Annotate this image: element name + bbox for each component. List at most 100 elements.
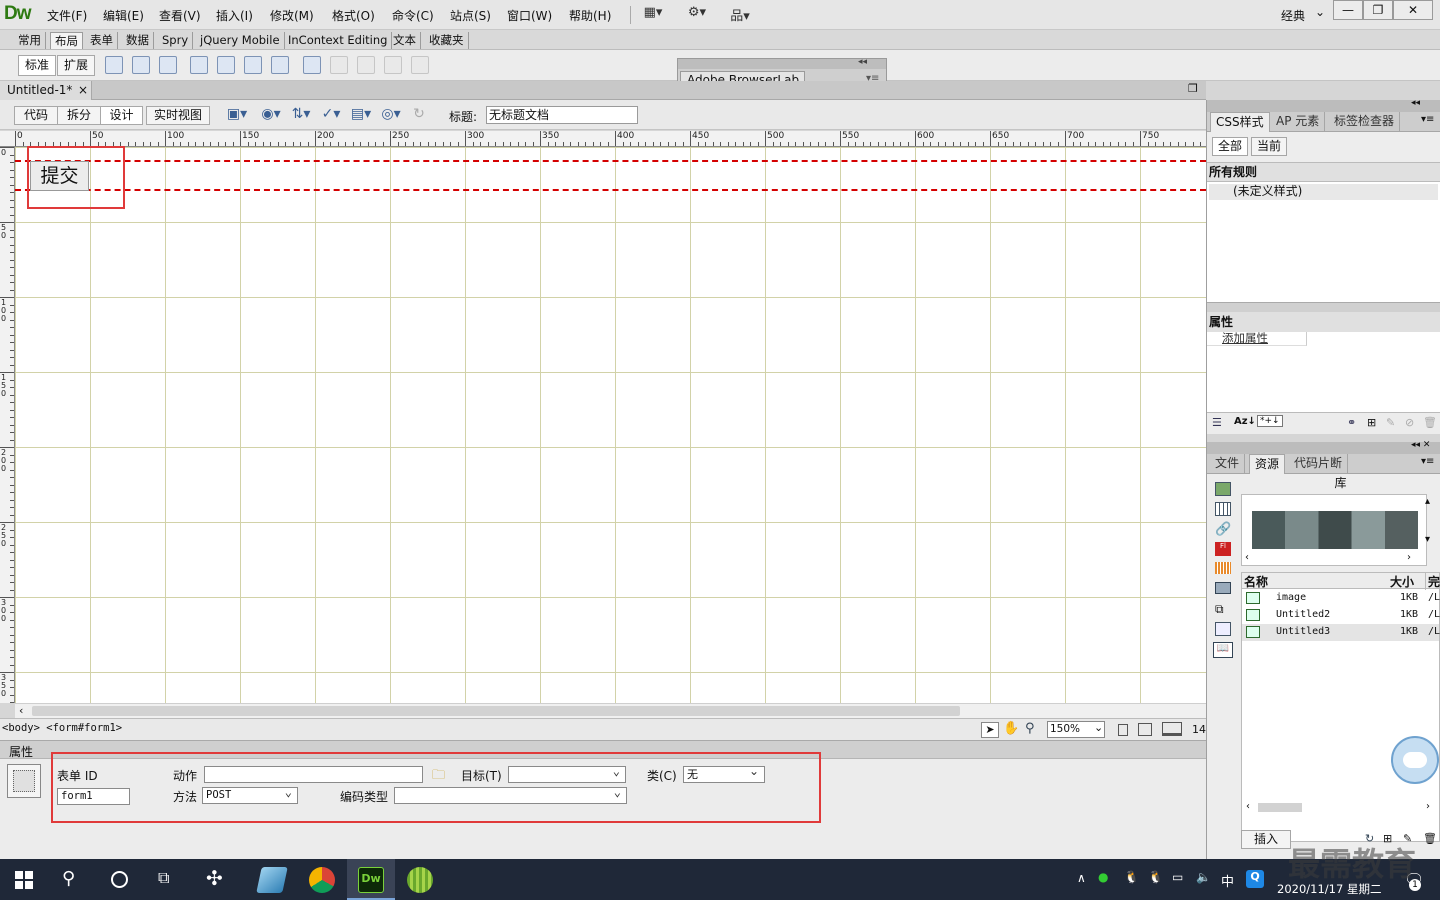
panel-grip[interactable]: ◂◂ bbox=[1207, 98, 1440, 112]
colors-icon[interactable] bbox=[1215, 502, 1231, 516]
ime-indicator[interactable]: 中 bbox=[1221, 871, 1234, 890]
flash-icon[interactable]: Fl bbox=[1215, 542, 1231, 556]
scripts-icon[interactable]: ⧉ bbox=[1215, 602, 1224, 617]
document-tab[interactable]: Untitled-1* × bbox=[0, 81, 92, 100]
horizontal-scrollbar[interactable]: ‹ bbox=[15, 703, 1206, 718]
qq-icon[interactable]: 🐧 bbox=[1148, 870, 1163, 884]
tab-spry[interactable]: Spry bbox=[158, 32, 194, 49]
preview-browser-icon[interactable]: ◉▾ bbox=[260, 106, 282, 124]
search-icon[interactable]: ⚲ bbox=[62, 868, 75, 889]
restore-button[interactable]: ❐ bbox=[1363, 0, 1393, 20]
chevron-down-icon[interactable]: ⌄ bbox=[1094, 721, 1103, 734]
table-row[interactable]: Untitled3 1KB /L bbox=[1242, 624, 1440, 641]
chrome-icon[interactable] bbox=[309, 867, 335, 893]
spry-tabbed-icon[interactable] bbox=[217, 56, 235, 74]
insert-div-icon[interactable] bbox=[105, 56, 123, 74]
alpha-view-icon[interactable]: Az↓ bbox=[1234, 416, 1256, 427]
library-icon[interactable]: 📖 bbox=[1213, 642, 1233, 658]
tab-ap-elements[interactable]: AP 元素 bbox=[1271, 112, 1326, 132]
collapse-icon[interactable]: ◂◂ bbox=[1411, 98, 1420, 108]
design-view-button[interactable]: 设计 bbox=[100, 106, 143, 125]
network-icon[interactable]: ▭ bbox=[1172, 870, 1183, 884]
tab-assets[interactable]: 资源 bbox=[1249, 454, 1286, 474]
volume-icon[interactable]: 🔈 bbox=[1196, 870, 1211, 884]
live-view-button[interactable]: 实时视图 bbox=[146, 106, 210, 125]
table-row[interactable]: image 1KB /L bbox=[1242, 590, 1440, 607]
table-row[interactable]: Untitled2 1KB /L bbox=[1242, 607, 1440, 624]
windows-start-icon[interactable] bbox=[15, 871, 33, 889]
new-rule-icon[interactable]: ⊞ bbox=[1367, 416, 1376, 429]
category-view-icon[interactable]: ☰ bbox=[1212, 416, 1222, 429]
expanded-mode-button[interactable]: 扩展 bbox=[57, 55, 95, 76]
menu-edit[interactable]: 编辑(E) bbox=[103, 7, 144, 24]
edit-rule-icon[interactable]: ✎ bbox=[1386, 416, 1395, 429]
menu-help[interactable]: 帮助(H) bbox=[569, 7, 611, 24]
cortana-icon[interactable] bbox=[111, 871, 128, 888]
menu-format[interactable]: 格式(O) bbox=[332, 7, 375, 24]
tab-incontext-editing[interactable]: InContext Editing bbox=[284, 32, 393, 49]
col-path[interactable]: 完 bbox=[1425, 573, 1440, 590]
tab-files[interactable]: 文件 bbox=[1210, 454, 1246, 474]
visual-aids-icon[interactable]: ◎▾ bbox=[380, 106, 402, 124]
disable-rule-icon[interactable]: ⊘ bbox=[1405, 416, 1414, 429]
show-hidden-icons[interactable]: ∧ bbox=[1077, 871, 1086, 885]
tab-jquery-mobile[interactable]: jQuery Mobile bbox=[196, 32, 285, 49]
watermelon-app-icon[interactable] bbox=[407, 867, 433, 893]
templates-icon[interactable] bbox=[1215, 622, 1231, 636]
scroll-left-icon[interactable]: ‹ bbox=[1245, 552, 1249, 563]
tab-text[interactable]: 文本 bbox=[389, 32, 421, 49]
menu-file[interactable]: 文件(F) bbox=[47, 7, 87, 24]
qq-icon[interactable]: 🐧 bbox=[1124, 870, 1139, 884]
panel-menu-icon[interactable]: ▾≡ bbox=[1421, 456, 1434, 467]
pinwheel-app-icon[interactable]: ✣ bbox=[206, 866, 223, 890]
site-map-icon[interactable]: 品▾ bbox=[727, 5, 753, 24]
task-view-icon[interactable]: ⧉ bbox=[158, 868, 169, 888]
scroll-right-icon[interactable]: › bbox=[1426, 801, 1430, 812]
col-name[interactable]: 名称 bbox=[1244, 573, 1268, 590]
refresh-icon[interactable]: ↻ bbox=[408, 106, 430, 124]
w3c-validation-icon[interactable]: ✓▾ bbox=[320, 106, 342, 124]
all-rules-button[interactable]: 全部 bbox=[1212, 137, 1248, 156]
select-tool-icon[interactable]: ➤ bbox=[981, 722, 999, 738]
movies-icon[interactable] bbox=[1215, 582, 1231, 594]
hand-tool-icon[interactable]: ✋ bbox=[1003, 721, 1019, 736]
tab-tag-inspector[interactable]: 标签检查器 bbox=[1329, 112, 1401, 132]
scroll-left-icon[interactable]: ‹ bbox=[1246, 801, 1250, 812]
trash-icon[interactable]: 🗑 bbox=[1423, 416, 1437, 429]
collapse-icon[interactable]: ◂◂ ✕ bbox=[1411, 440, 1430, 450]
tab-common[interactable]: 常用 bbox=[14, 32, 46, 49]
spry-accordion-icon[interactable] bbox=[244, 56, 262, 74]
rule-item[interactable]: (未定义样式) bbox=[1209, 184, 1438, 200]
wechat-icon[interactable]: ● bbox=[1098, 870, 1108, 884]
add-property-link[interactable]: 添加属性 bbox=[1207, 332, 1307, 346]
attach-stylesheet-icon[interactable]: ⚭ bbox=[1347, 416, 1356, 429]
gear-icon[interactable]: ⚙▾ bbox=[684, 5, 710, 23]
tab-data[interactable]: 数据 bbox=[122, 32, 154, 49]
tab-snippets[interactable]: 代码片断 bbox=[1289, 454, 1349, 474]
chevron-down-icon[interactable]: ⌄ bbox=[1315, 5, 1325, 19]
scroll-down-icon[interactable]: ▾ bbox=[1425, 534, 1430, 545]
split-view-button[interactable]: 拆分 bbox=[57, 106, 101, 125]
desktop-size-icon[interactable] bbox=[1162, 722, 1182, 736]
panel-grip[interactable] bbox=[678, 59, 886, 69]
check-browser-icon[interactable]: ▤▾ bbox=[350, 106, 372, 124]
urls-icon[interactable]: 🔗 bbox=[1215, 522, 1231, 537]
tab-css-styles[interactable]: CSS样式 bbox=[1210, 112, 1270, 132]
close-icon[interactable]: × bbox=[78, 81, 88, 99]
standard-mode-button[interactable]: 标准 bbox=[18, 55, 56, 76]
close-button[interactable]: ✕ bbox=[1393, 0, 1433, 20]
splitter[interactable] bbox=[1207, 302, 1440, 312]
minimize-button[interactable]: — bbox=[1333, 0, 1363, 20]
menu-site[interactable]: 站点(S) bbox=[450, 7, 491, 24]
insert-button[interactable]: 插入 bbox=[1241, 830, 1291, 849]
tablet-size-icon[interactable] bbox=[1138, 723, 1152, 736]
design-canvas[interactable]: 提交 bbox=[15, 147, 1206, 703]
trash-icon[interactable]: 🗑 bbox=[1423, 832, 1437, 845]
menu-window[interactable]: 窗口(W) bbox=[507, 7, 552, 24]
taskbar-active-dw[interactable]: Dw bbox=[347, 859, 395, 900]
set-properties-icon[interactable]: *+↓ bbox=[1257, 415, 1283, 427]
title-input[interactable]: 无标题文档 bbox=[486, 106, 638, 124]
tab-layout[interactable]: 布局 bbox=[50, 32, 83, 49]
form-outline[interactable] bbox=[15, 160, 1206, 191]
zoom-tool-icon[interactable]: ⚲ bbox=[1025, 721, 1035, 736]
